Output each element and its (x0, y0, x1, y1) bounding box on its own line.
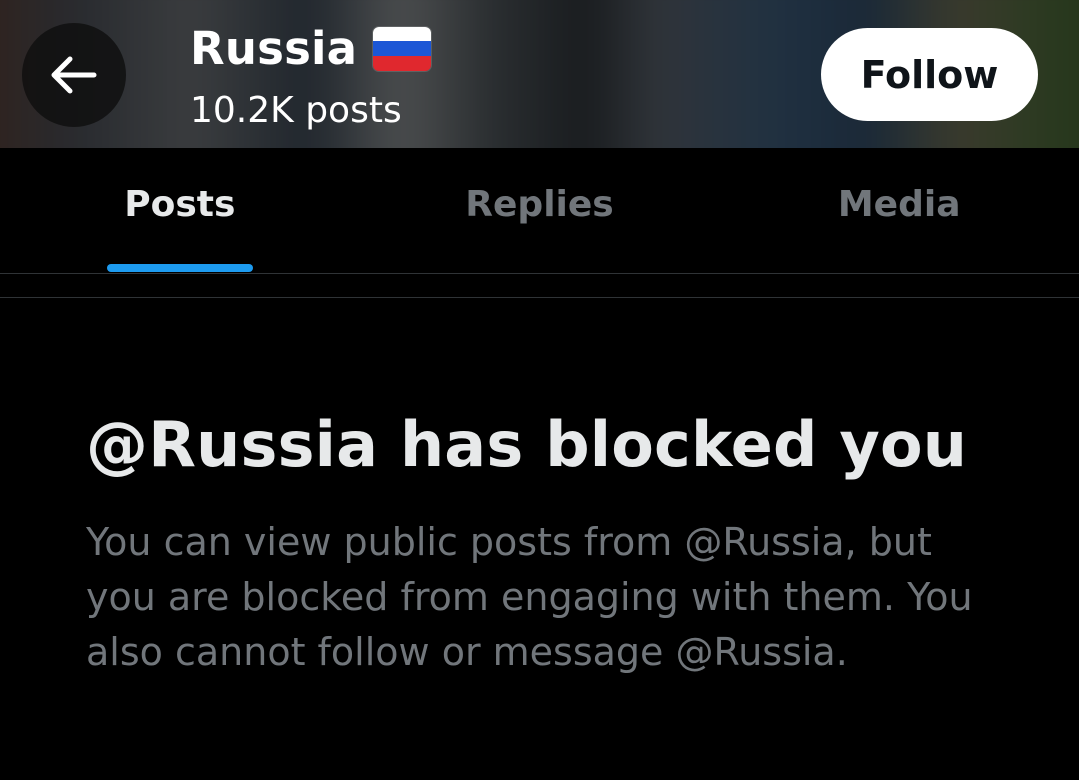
profile-tabs: Posts Replies Media (0, 148, 1079, 273)
post-count: 10.2K posts (190, 90, 402, 131)
profile-header: Russia 10.2K posts Follow (0, 0, 1079, 148)
flag-stripe-blue (373, 41, 432, 56)
tab-posts[interactable]: Posts (0, 148, 360, 273)
tab-replies[interactable]: Replies (360, 148, 720, 273)
tab-media-label: Media (837, 184, 961, 225)
flag-stripe-white (373, 26, 432, 42)
tabs-divider (0, 273, 1079, 274)
active-tab-indicator (106, 264, 253, 272)
russia-flag-icon (373, 26, 432, 71)
arrow-left-icon (50, 55, 98, 95)
profile-name-row: Russia (190, 22, 432, 75)
blocked-message: You can view public posts from @Russia, … (86, 520, 973, 674)
flag-stripe-red (373, 55, 432, 71)
tab-replies-label: Replies (465, 184, 614, 225)
profile-name: Russia (190, 22, 358, 75)
back-button[interactable] (22, 23, 126, 127)
follow-button[interactable]: Follow (821, 28, 1038, 121)
tab-media[interactable]: Media (719, 148, 1079, 273)
content-divider (0, 297, 1079, 298)
tab-posts-label: Posts (124, 184, 236, 225)
profile-screen: Russia 10.2K posts Follow Posts Replies … (0, 0, 1079, 780)
blocked-title: @Russia has blocked you (86, 408, 968, 481)
